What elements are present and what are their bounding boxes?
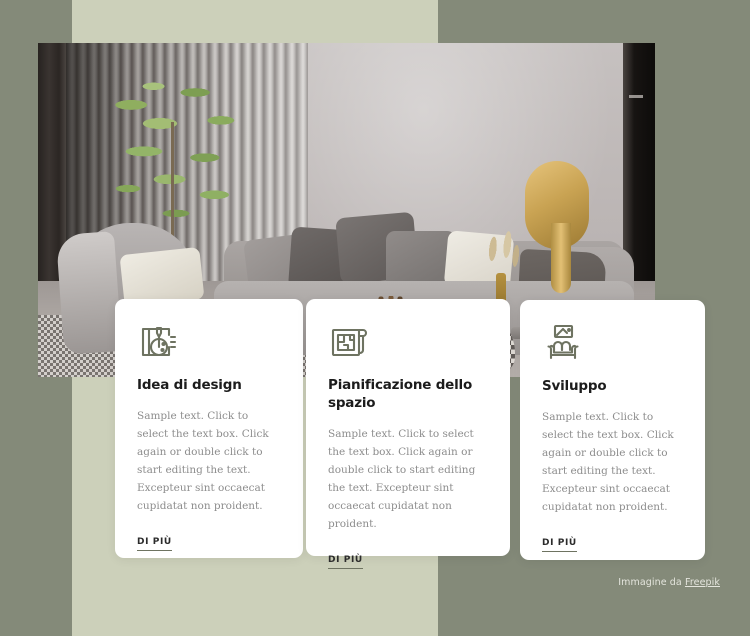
photo-plant-foliage <box>96 77 256 232</box>
feature-card-design-idea[interactable]: Idea di design Sample text. Click to sel… <box>115 299 303 558</box>
read-more-link[interactable]: DI PIÙ <box>542 538 577 553</box>
attribution-prefix: Immagine da <box>618 577 685 588</box>
card-body-text: Sample text. Click to select the text bo… <box>542 410 674 514</box>
card-body-text: Sample text. Click to select the text bo… <box>328 427 476 530</box>
card-title: Pianificazione dello spazio <box>328 377 473 411</box>
card-title: Sviluppo <box>542 378 607 394</box>
photo-armchair-throw <box>55 231 123 355</box>
page-stage: Idea di design Sample text. Click to sel… <box>0 0 750 636</box>
photo-gold-lamp-stem <box>551 223 571 293</box>
image-attribution: Immagine da Freepik <box>618 577 720 588</box>
card-body-text: Sample text. Click to select the text bo… <box>137 409 269 513</box>
read-more-link[interactable]: DI PIÙ <box>328 555 363 569</box>
design-idea-icon <box>137 321 179 363</box>
freepik-link[interactable]: Freepik <box>685 577 720 588</box>
sofa-icon <box>542 322 584 364</box>
floor-plan-icon <box>328 321 370 363</box>
card-title: Idea di design <box>137 377 242 393</box>
feature-card-development[interactable]: Sviluppo Sample text. Click to select th… <box>520 300 705 560</box>
feature-card-space-planning[interactable]: Pianificazione dello spazio Sample text.… <box>306 299 510 569</box>
read-more-link[interactable]: DI PIÙ <box>137 537 172 552</box>
